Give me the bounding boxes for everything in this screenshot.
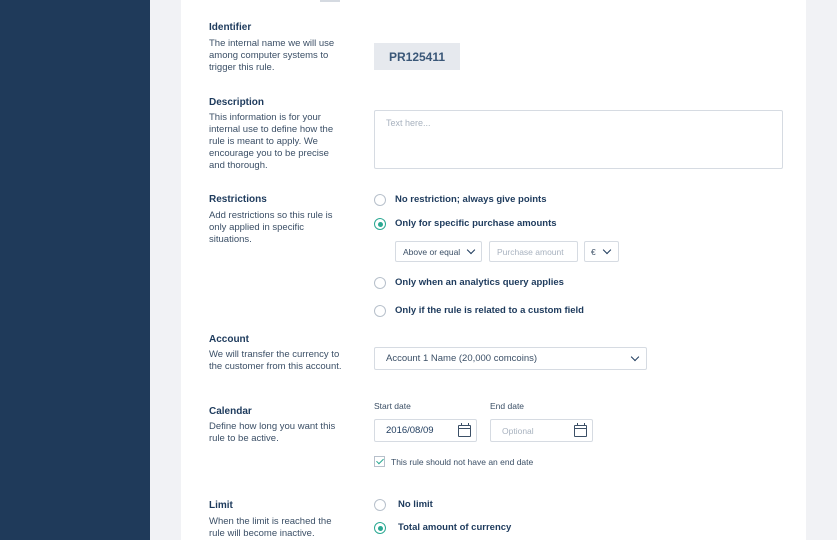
restriction-none-radio[interactable] [374,194,386,206]
no-end-date-label[interactable]: This rule should not have an end date [391,457,533,467]
calendar-icon[interactable] [458,423,471,437]
identifier-value: PR125411 [374,43,460,70]
restriction-custom-field-radio[interactable] [374,305,386,317]
restriction-purchase-radio[interactable] [374,218,386,230]
calendar-description: Define how long you want this rule to be… [209,421,336,444]
description-help: This information is for your internal us… [209,112,334,171]
calendar-label: Calendar [209,406,252,417]
tab-indicator [320,0,340,2]
currency-select[interactable]: € [584,241,619,262]
restriction-analytics-label[interactable]: Only when an analytics query applies [395,277,564,288]
account-label: Account [209,334,249,345]
identifier-description: The internal name we will use among comp… [209,38,335,73]
start-date-value: 2016/08/09 [386,425,434,436]
currency-value: € [591,246,596,257]
app-sidebar [0,0,150,540]
start-date-input[interactable]: 2016/08/09 [374,419,477,442]
end-date-input[interactable]: Optional [490,419,593,442]
limit-none-radio[interactable] [374,499,386,511]
comparator-value: Above or equal [403,246,461,257]
restrictions-label: Restrictions [209,194,267,205]
chevron-down-icon [466,245,476,255]
description-placeholder: Text here... [386,118,431,128]
restriction-none-label[interactable]: No restriction; always give points [395,194,547,205]
end-date-label: End date [490,401,525,411]
start-date-label: Start date [374,401,411,411]
account-selected: Account 1 Name (20,000 comcoins) [386,353,538,364]
identifier-label: Identifier [209,22,252,33]
account-description: We will transfer the currency to the cus… [209,349,342,372]
restriction-custom-field-label[interactable]: Only if the rule is related to a custom … [395,305,584,316]
limit-label: Limit [209,500,233,511]
restrictions-description: Add restrictions so this rule is only ap… [209,210,333,245]
chevron-down-icon [602,245,612,255]
restriction-purchase-label[interactable]: Only for specific purchase amounts [395,218,557,229]
limit-none-label[interactable]: No limit [398,499,433,510]
account-select[interactable]: Account 1 Name (20,000 comcoins) [374,347,647,370]
purchase-amount-input[interactable]: Purchase amount [489,241,578,262]
description-textarea[interactable]: Text here... [374,110,783,169]
no-end-date-checkbox[interactable] [374,456,385,467]
calendar-icon[interactable] [574,423,587,437]
chevron-down-icon [630,352,640,362]
end-date-placeholder: Optional [502,425,534,436]
restriction-analytics-radio[interactable] [374,277,386,289]
limit-description: When the limit is reached the rule will … [209,516,332,539]
limit-total-radio[interactable] [374,522,386,534]
purchase-amount-placeholder: Purchase amount [497,246,564,257]
description-label: Description [209,97,265,108]
comparator-select[interactable]: Above or equal [395,241,482,262]
limit-total-label[interactable]: Total amount of currency [398,522,511,533]
